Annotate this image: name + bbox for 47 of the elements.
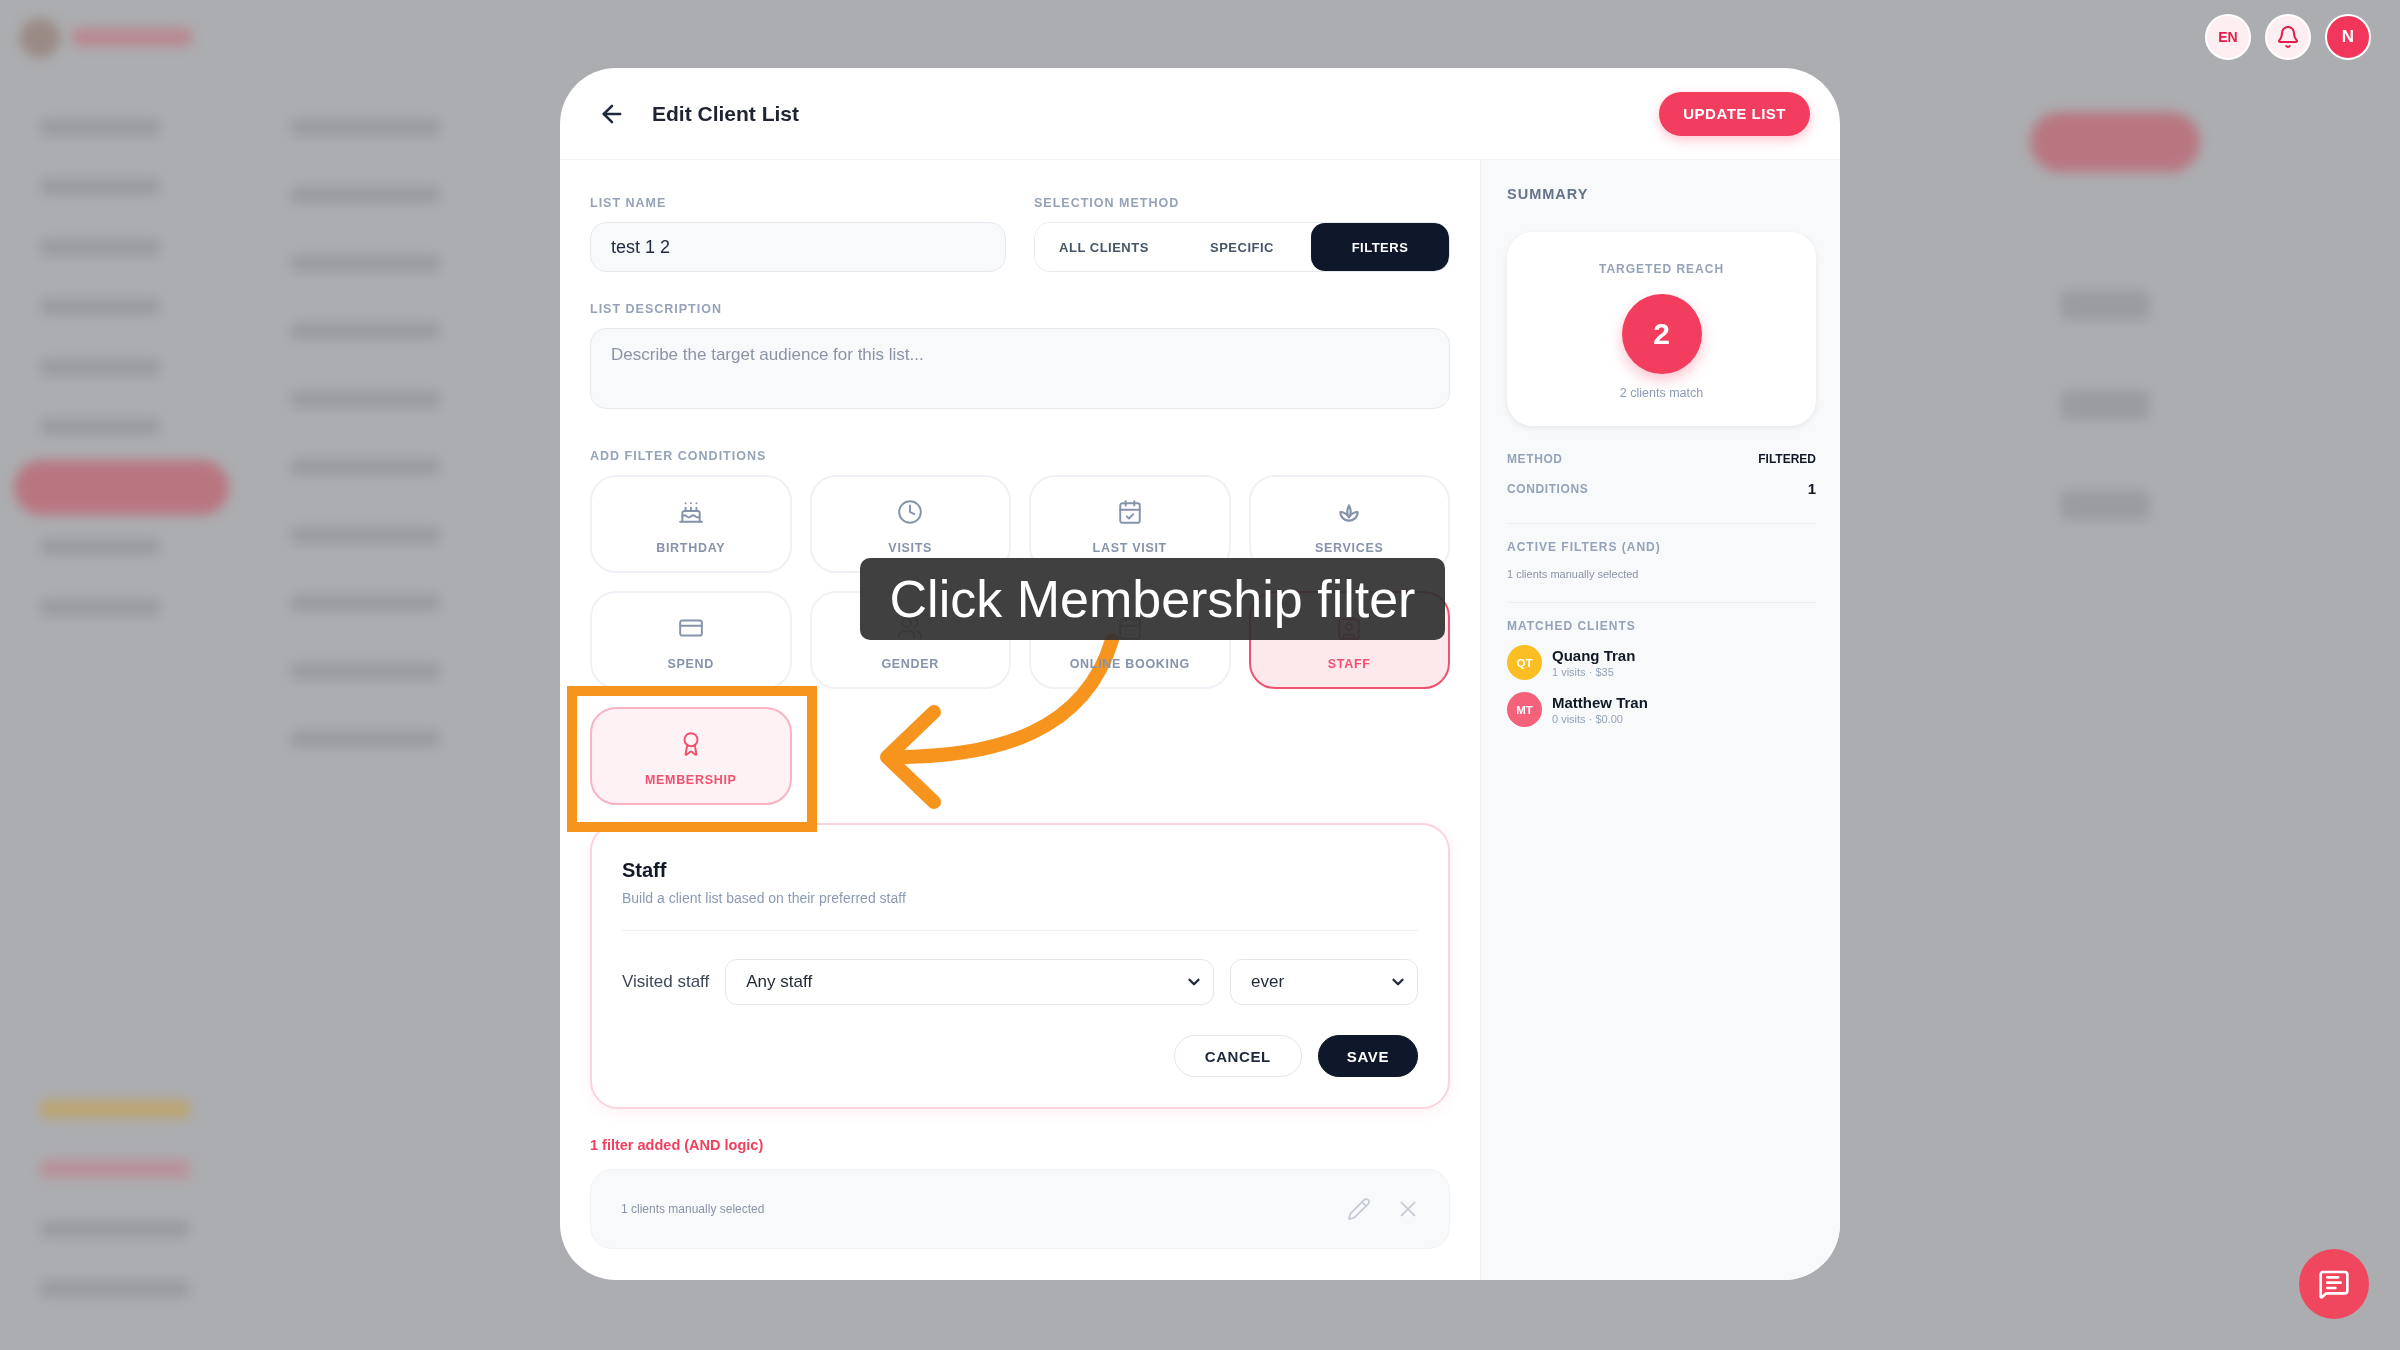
- filter-tile[interactable]: BIRTHDAY: [590, 475, 792, 573]
- editor-description: Build a client list based on their preferred staff: [622, 890, 907, 906]
- reach-caption: 2 clients match: [1619, 386, 1704, 400]
- stat-label: CONDITIONS: [1507, 481, 1589, 496]
- cancel-button[interactable]: CANCEL: [1173, 1035, 1302, 1077]
- filter-tile[interactable]: MEMBERSHIP: [590, 707, 792, 805]
- active-filter-text: 1 clients manually selected: [1507, 568, 1640, 580]
- summary-title: SUMMARY: [1507, 186, 1590, 202]
- bell-icon: [2276, 25, 2300, 49]
- calendar-check-icon: [1116, 498, 1143, 525]
- reach-label: TARGETED REACH: [1598, 262, 1725, 276]
- client-name: Quang Tran: [1552, 647, 1636, 664]
- chat-icon: [2318, 1268, 2350, 1300]
- client-detail: 0 visits · $0.00: [1552, 713, 1624, 725]
- filter-summary: 1 clients manually selected: [621, 1202, 766, 1216]
- section-label: ADD FILTER CONDITIONS: [590, 449, 768, 463]
- field-label: SELECTION METHOD: [1034, 196, 1181, 210]
- client-avatar: MT: [1507, 692, 1542, 727]
- filters-added-note: 1 filter added (AND logic): [590, 1137, 765, 1153]
- stat-label: METHOD: [1507, 452, 1563, 466]
- field-label: LIST NAME: [590, 196, 668, 210]
- update-list-button[interactable]: UPDATE LIST: [1659, 91, 1810, 136]
- client-avatar: QT: [1507, 645, 1542, 680]
- client-detail: 1 visits · $35: [1552, 666, 1615, 678]
- field-label: Visited staff: [622, 972, 710, 992]
- period-select[interactable]: ever: [1230, 959, 1418, 1005]
- list-name-field[interactable]: test 1 2: [590, 222, 1006, 272]
- client-name: Matthew Tran: [1552, 694, 1648, 711]
- language-button[interactable]: EN: [2205, 14, 2251, 60]
- description-field[interactable]: Describe the target audience for this list...: [590, 328, 1450, 409]
- editor-title: Staff: [622, 859, 668, 882]
- stat-value: FILTERED: [1758, 452, 1816, 466]
- reach-count: 2: [1621, 294, 1702, 374]
- staff-select[interactable]: Any staff: [725, 959, 1214, 1005]
- field-label: LIST DESCRIPTION: [590, 302, 723, 316]
- save-button[interactable]: SAVE: [1317, 1035, 1418, 1077]
- user-avatar[interactable]: N: [2325, 14, 2371, 60]
- section-label: MATCHED CLIENTS: [1507, 619, 1637, 633]
- modal-title: Edit Client List: [652, 101, 800, 126]
- instruction-tooltip: Click Membership filter: [860, 558, 1445, 640]
- method-option[interactable]: FILTERS: [1311, 223, 1449, 271]
- clock-icon: [897, 498, 924, 525]
- pencil-icon: [1347, 1197, 1371, 1221]
- section-label: ACTIVE FILTERS (AND): [1507, 540, 1662, 554]
- notification-button[interactable]: [2265, 14, 2311, 60]
- filter-tile[interactable]: SPEND: [590, 591, 792, 689]
- stat-value: 1: [1807, 480, 1816, 497]
